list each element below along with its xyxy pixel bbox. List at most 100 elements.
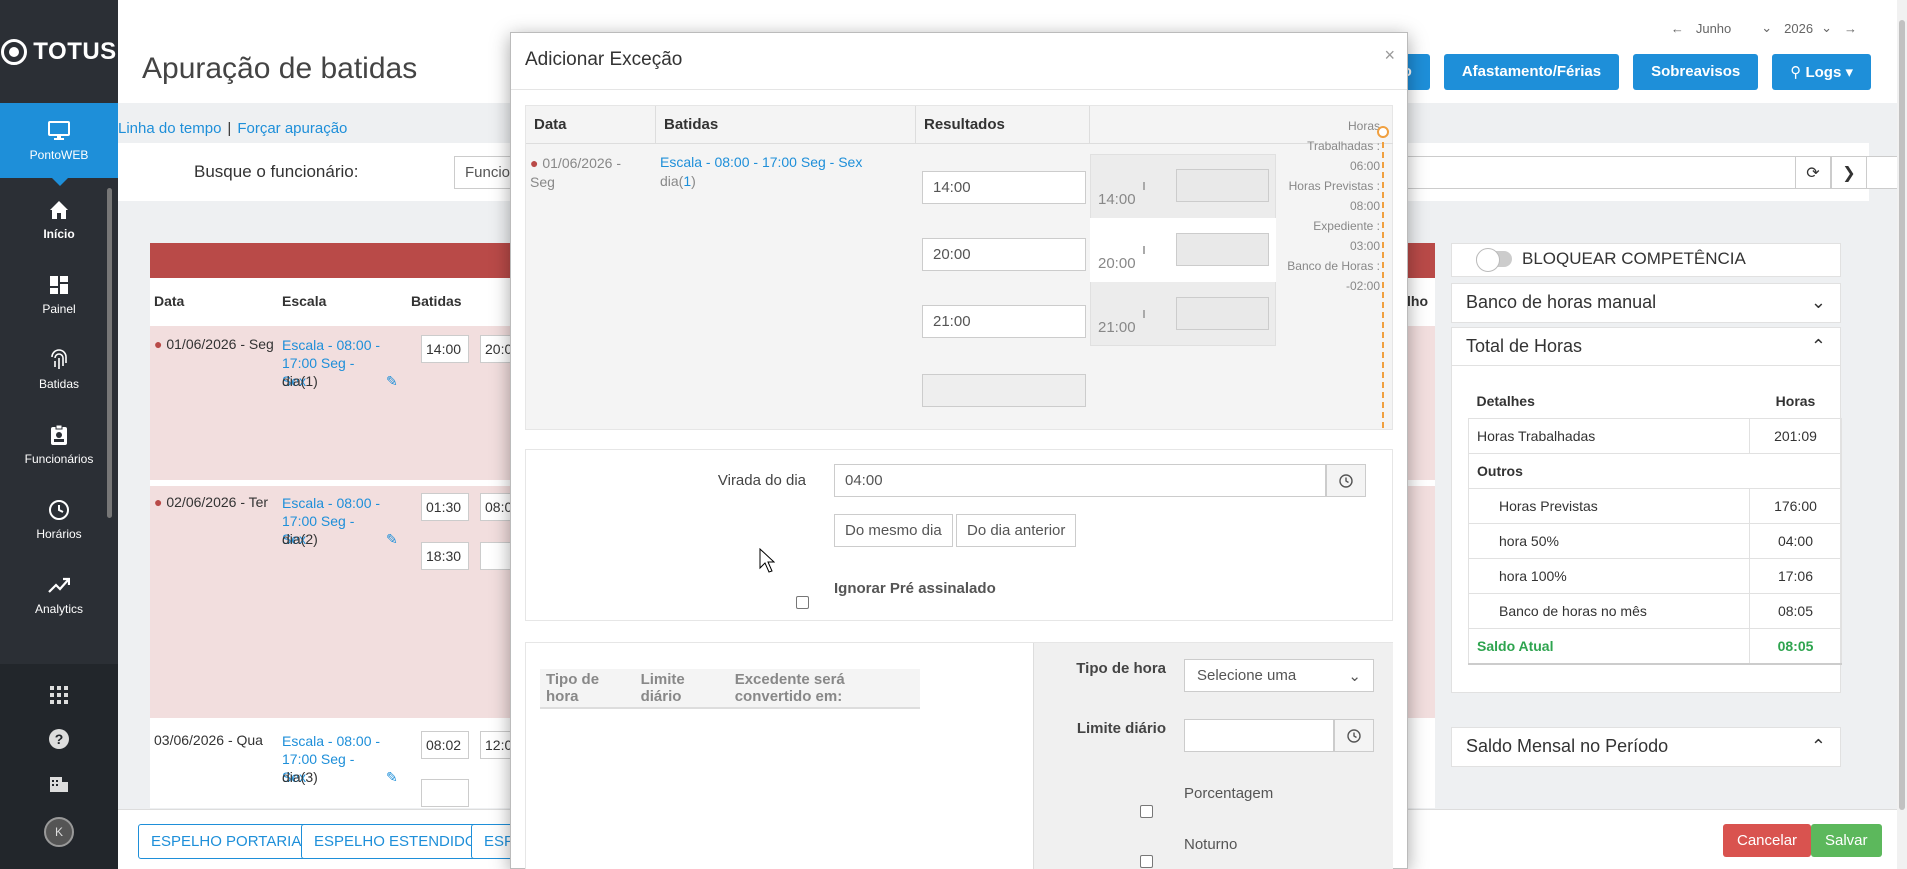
excecao-detail-table: Data Batidas Resultados ● 01/06/2026 - S… [525, 105, 1393, 430]
page-scrollbar[interactable] [1897, 0, 1907, 869]
sidebar: TOTUS PontoWEB Início Painel Batidas Fun… [0, 0, 118, 869]
timeline-dashed-line [1382, 132, 1384, 428]
result-input[interactable] [1176, 169, 1269, 202]
arrow-right-icon[interactable]: → [1844, 21, 1857, 36]
modal-title: Adicionar Exceção [525, 49, 683, 70]
close-icon[interactable]: × [1384, 45, 1395, 66]
clock-icon[interactable] [1334, 719, 1374, 752]
page-links: Linha do tempo | Forçar apuração [118, 120, 347, 137]
summary-line: Horas Previstas : [1288, 179, 1380, 193]
caret-down-icon: ▾ [1845, 64, 1853, 81]
force-calculation-link[interactable]: Forçar apuração [237, 120, 347, 137]
sidebar-item-batidas[interactable]: Batidas [0, 332, 118, 407]
edit-pencil-icon[interactable]: ✎ [386, 373, 398, 390]
do-dia-anterior-button[interactable]: Do dia anterior [956, 514, 1077, 547]
batida-input[interactable]: 14:00 [421, 335, 469, 363]
batida-input[interactable]: 20:00 [922, 238, 1086, 271]
sobreavisos-button[interactable]: Sobreavisos [1633, 54, 1759, 90]
espelho-portaria-button[interactable]: ESPELHO PORTARIA [138, 824, 315, 859]
avatar[interactable]: K [44, 816, 74, 847]
total-horas-header[interactable]: Total de Horas ⌃ [1452, 328, 1840, 366]
batida-input[interactable]: 21:00 [922, 305, 1086, 338]
summary-value: 08:00 [1349, 199, 1380, 213]
batida-input-empty[interactable] [922, 374, 1086, 407]
banco-manual-panel[interactable]: Banco de horas manual ⌄ [1451, 283, 1841, 323]
row-label: Banco de horas no mês [1468, 593, 1750, 629]
sidebar-item-analytics[interactable]: Analytics [0, 557, 118, 632]
summary-line: Horas [1347, 119, 1380, 133]
employee-search-label: Busque o funcionário: [194, 162, 359, 181]
scrollbar-thumb[interactable] [1899, 20, 1905, 810]
virada-input[interactable]: 04:00 [834, 464, 1326, 497]
saldo-mensal-panel[interactable]: Saldo Mensal no Período ⌃ [1451, 727, 1841, 767]
month-value: Junho [1695, 20, 1732, 36]
cancel-button[interactable]: Cancelar [1723, 824, 1812, 857]
tipo-hora-select[interactable]: Selecione uma ⌄ [1184, 659, 1374, 692]
result-tick [1143, 246, 1145, 254]
sidebar-item-painel[interactable]: Painel [0, 257, 118, 332]
edit-pencil-icon[interactable]: ✎ [386, 531, 398, 548]
row-date: ● 02/06/2026 - Ter [154, 494, 268, 510]
batida-input[interactable]: 08:02 [421, 731, 469, 759]
refresh-icon[interactable]: ⟳ [1795, 156, 1831, 189]
sidebar-item-funcionarios[interactable]: Funcionários [0, 407, 118, 482]
bloquear-toggle[interactable] [1476, 248, 1512, 272]
bloquear-panel: BLOQUEAR COMPETÊNCIA [1451, 243, 1841, 277]
espelho-estendido-button[interactable]: ESPELHO ESTENDIDO [301, 824, 490, 859]
porcentagem-checkbox[interactable] [1140, 805, 1153, 818]
sidebar-scrollbar[interactable] [107, 188, 112, 518]
do-mesmo-dia-button[interactable]: Do mesmo dia [834, 514, 953, 547]
batida-input[interactable]: 14:00 [922, 171, 1086, 204]
help-icon[interactable]: ? [48, 728, 70, 753]
bloquear-row: BLOQUEAR COMPETÊNCIA [1452, 244, 1840, 274]
noturno-checkbox[interactable] [1140, 855, 1153, 868]
virada-do-dia-section: Virada do dia 04:00 Do mesmo dia Do dia … [525, 449, 1393, 621]
sidebar-item-pontoweb[interactable]: PontoWEB [0, 103, 118, 186]
batida-input[interactable] [421, 779, 469, 807]
afastamento-ferias-button[interactable]: Afastamento/Férias [1443, 54, 1620, 90]
limite-diario-label: Limite diário [1076, 720, 1166, 737]
sidebar-item-horarios[interactable]: Horários [0, 482, 118, 557]
table-row: Horas Trabalhadas 201:09 [1468, 418, 1842, 454]
ignorar-label: Ignorar Pré assinalado [834, 580, 996, 597]
limite-diario-input[interactable] [1184, 719, 1334, 752]
ignorar-pre-assinalado-checkbox[interactable] [796, 596, 809, 609]
clock-icon[interactable] [1326, 464, 1366, 497]
chevron-down-icon: ⌄ [1348, 667, 1361, 685]
logs-button[interactable]: ⚲ Logs ▾ [1772, 54, 1871, 90]
result-input[interactable] [1176, 297, 1269, 330]
alert-icon: ● [154, 494, 163, 510]
column-header-escala: Escala [282, 293, 327, 309]
virada-label: Virada do dia [717, 472, 806, 489]
chevron-right-icon[interactable]: ❯ [1831, 156, 1867, 189]
svg-text:?: ? [55, 731, 64, 747]
summary-value: 03:00 [1349, 239, 1380, 253]
batida-input[interactable]: 01:30 [421, 493, 469, 521]
result-tick [1143, 182, 1145, 190]
table-header-row: Detalhes Horas [1469, 384, 1842, 419]
year-select[interactable]: 2026 ⌄ [1784, 20, 1832, 36]
save-button[interactable]: Salvar [1811, 824, 1882, 857]
sidebar-item-inicio[interactable]: Início [0, 182, 118, 257]
table-row: hora 100% 17:06 [1468, 558, 1842, 594]
sidebar-item-label: Batidas [38, 376, 80, 391]
banco-manual-header: Banco de horas manual ⌄ [1452, 284, 1840, 321]
saldo-value: 08:05 [1749, 628, 1842, 665]
building-icon[interactable] [49, 773, 69, 796]
row-dia-number[interactable]: 1 [683, 173, 691, 189]
month-select[interactable]: Junho ⌄ [1696, 20, 1772, 36]
result-input[interactable] [1176, 233, 1269, 266]
table-row: Outros [1468, 453, 1842, 489]
batida-input[interactable]: 18:30 [421, 542, 469, 570]
row-value: 201:09 [1749, 418, 1842, 454]
arrow-left-icon[interactable]: ← [1671, 21, 1684, 36]
alert-icon: ● [530, 155, 539, 171]
row-escala-link[interactable]: Escala - 08:00 - 17:00 Seg - Sex [660, 154, 862, 170]
timeline-link[interactable]: Linha do tempo [118, 120, 221, 137]
sidebar-item-label: Painel [42, 301, 76, 316]
clock-icon [48, 499, 70, 521]
row-weekday: Seg [530, 174, 555, 190]
edit-pencil-icon[interactable]: ✎ [386, 769, 398, 786]
apps-grid-icon[interactable] [50, 686, 68, 707]
totvs-logo[interactable]: TOTUS [0, 0, 118, 103]
